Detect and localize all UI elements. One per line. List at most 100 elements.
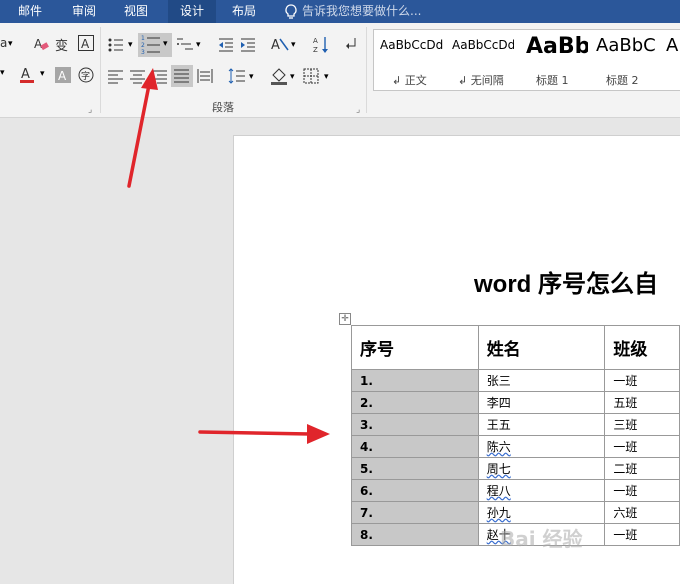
svg-text:A: A xyxy=(58,69,67,83)
numbering-button[interactable]: 123 ▾ xyxy=(138,33,172,57)
document-title: word 序号怎么自 xyxy=(474,271,658,298)
table-cell[interactable]: 一班 xyxy=(604,523,680,546)
chevron-down-icon[interactable]: ▾ xyxy=(163,39,168,49)
svg-text:A: A xyxy=(313,37,318,45)
table-cell[interactable]: 张三 xyxy=(477,369,606,392)
table-cell[interactable]: 六班 xyxy=(604,501,680,524)
table-cell[interactable]: 一班 xyxy=(604,369,680,392)
enclose-characters-icon[interactable]: 字 xyxy=(78,67,94,83)
tab-mailings[interactable]: 邮件 xyxy=(18,0,42,23)
show-formatting-marks-icon[interactable] xyxy=(346,36,362,52)
table-cell[interactable]: 孙九 xyxy=(477,501,606,524)
table-cell[interactable]: 李四 xyxy=(477,391,606,414)
table-cell[interactable]: 三班 xyxy=(604,413,680,436)
table-header-cell[interactable]: 序号 xyxy=(351,325,479,370)
watermark: Bai 经验 xyxy=(500,527,583,551)
align-left-icon[interactable] xyxy=(108,69,124,85)
table-header-row: 序号 姓名 班级 xyxy=(351,325,680,370)
svg-text:A: A xyxy=(271,38,280,53)
table-number-cell[interactable]: 5. xyxy=(351,457,479,480)
table-row: 3. 王五 三班 xyxy=(351,413,680,436)
style-name: ↲ 无间隔 xyxy=(458,74,504,87)
decrease-indent-icon[interactable] xyxy=(218,37,234,53)
table-cell[interactable]: 二班 xyxy=(604,457,680,480)
tab-view[interactable]: 视图 xyxy=(124,0,148,23)
svg-text:Z: Z xyxy=(313,46,318,54)
chevron-down-icon[interactable]: ▾ xyxy=(0,68,16,84)
borders-icon[interactable] xyxy=(303,68,319,84)
document-table[interactable]: 序号 姓名 班级 1. 张三 一班 2. 李四 五班 3. 王五 三班 4. 陈… xyxy=(351,325,680,546)
multilevel-list-icon[interactable] xyxy=(176,37,193,53)
align-center-icon[interactable] xyxy=(130,69,146,85)
table-row: 1. 张三 一班 xyxy=(351,369,680,392)
table-row: 6. 程八 一班 xyxy=(351,479,680,502)
svg-text:A: A xyxy=(81,37,90,51)
phonetic-guide-button[interactable]: 变 xyxy=(55,35,68,54)
table-number-cell[interactable]: 6. xyxy=(351,479,479,502)
group-separator xyxy=(100,27,101,113)
style-heading-2[interactable]: AaBbC 标题 2 xyxy=(590,30,662,90)
style-heading-1[interactable]: AaBb 标题 1 xyxy=(518,30,590,90)
chevron-down-icon[interactable]: ▾ xyxy=(196,40,212,56)
table-number-cell[interactable]: 1. xyxy=(351,369,479,392)
chevron-down-icon[interactable]: ▾ xyxy=(8,39,24,55)
table-move-handle-icon[interactable]: ✛ xyxy=(339,313,351,325)
distributed-icon[interactable] xyxy=(197,68,213,84)
svg-text:1: 1 xyxy=(141,35,145,42)
table-cell[interactable]: 王五 xyxy=(477,413,606,436)
character-shading-icon[interactable]: A xyxy=(55,67,71,83)
character-border-icon[interactable]: A xyxy=(78,35,94,51)
chevron-down-icon[interactable]: ▾ xyxy=(40,69,56,85)
table-cell[interactable]: 程八 xyxy=(477,479,606,502)
chevron-down-icon[interactable]: ▾ xyxy=(291,40,307,56)
style-title[interactable]: A xyxy=(662,30,680,90)
table-row: 2. 李四 五班 xyxy=(351,391,680,414)
style-name: 标题 2 xyxy=(606,74,639,87)
align-right-icon[interactable] xyxy=(152,69,168,85)
table-row: 4. 陈六 一班 xyxy=(351,435,680,458)
paragraph-group-label: 段落 xyxy=(212,101,234,114)
font-dialog-launcher-icon[interactable]: ⌟ xyxy=(88,105,92,115)
font-case-button[interactable]: a xyxy=(0,36,7,50)
asian-layout-icon[interactable]: A xyxy=(270,36,289,53)
tab-design[interactable]: 设计 xyxy=(168,0,217,23)
tab-review[interactable]: 审阅 xyxy=(72,0,96,23)
style-name: 标题 1 xyxy=(536,74,569,87)
shading-icon[interactable] xyxy=(270,67,287,85)
style-name: ↲ 正文 xyxy=(392,74,427,87)
table-header-cell[interactable]: 班级 xyxy=(604,325,680,370)
table-number-cell[interactable]: 3. xyxy=(351,413,479,436)
clear-formatting-icon[interactable]: A xyxy=(33,36,49,52)
table-header-cell[interactable]: 姓名 xyxy=(477,325,606,370)
ribbon-home: a ▾ A 变 A ▾ A ▾ A 字 ⌟ ▾ 123 ▾ ▾ A ▾ AZ ▾… xyxy=(0,23,680,118)
ribbon-tab-bar: 邮件 审阅 视图 设计 布局 告诉我您想要做什么... xyxy=(0,0,680,23)
chevron-down-icon[interactable]: ▾ xyxy=(324,72,340,88)
table-cell[interactable]: 陈六 xyxy=(477,435,606,458)
table-number-cell[interactable]: 7. xyxy=(351,501,479,524)
bullets-icon[interactable] xyxy=(108,37,124,53)
style-normal[interactable]: AaBbCcDd ↲ 正文 xyxy=(374,30,446,90)
table-cell[interactable]: 一班 xyxy=(604,479,680,502)
styles-gallery: AaBbCcDd ↲ 正文 AaBbCcDd ↲ 无间隔 AaBb 标题 1 A… xyxy=(373,29,680,91)
paragraph-dialog-launcher-icon[interactable]: ⌟ xyxy=(356,105,360,115)
svg-text:2: 2 xyxy=(141,42,145,49)
group-separator xyxy=(366,27,367,113)
table-number-cell[interactable]: 2. xyxy=(351,391,479,414)
justify-button[interactable] xyxy=(171,65,193,87)
chevron-down-icon[interactable]: ▾ xyxy=(249,72,265,88)
svg-text:3: 3 xyxy=(141,49,145,56)
font-color-icon[interactable]: A xyxy=(18,66,34,83)
table-number-cell[interactable]: 8. xyxy=(351,523,479,546)
table-cell[interactable]: 五班 xyxy=(604,391,680,414)
line-spacing-icon[interactable] xyxy=(228,68,245,84)
sort-icon[interactable]: AZ xyxy=(312,35,328,54)
tab-layout[interactable]: 布局 xyxy=(232,0,256,23)
lightbulb-icon xyxy=(284,4,300,20)
svg-text:A: A xyxy=(34,37,43,51)
table-number-cell[interactable]: 4. xyxy=(351,435,479,458)
tell-me-search[interactable]: 告诉我您想要做什么... xyxy=(302,0,421,23)
table-cell[interactable]: 一班 xyxy=(604,435,680,458)
table-cell[interactable]: 周七 xyxy=(477,457,606,480)
style-no-spacing[interactable]: AaBbCcDd ↲ 无间隔 xyxy=(446,30,518,90)
increase-indent-icon[interactable] xyxy=(240,37,256,53)
